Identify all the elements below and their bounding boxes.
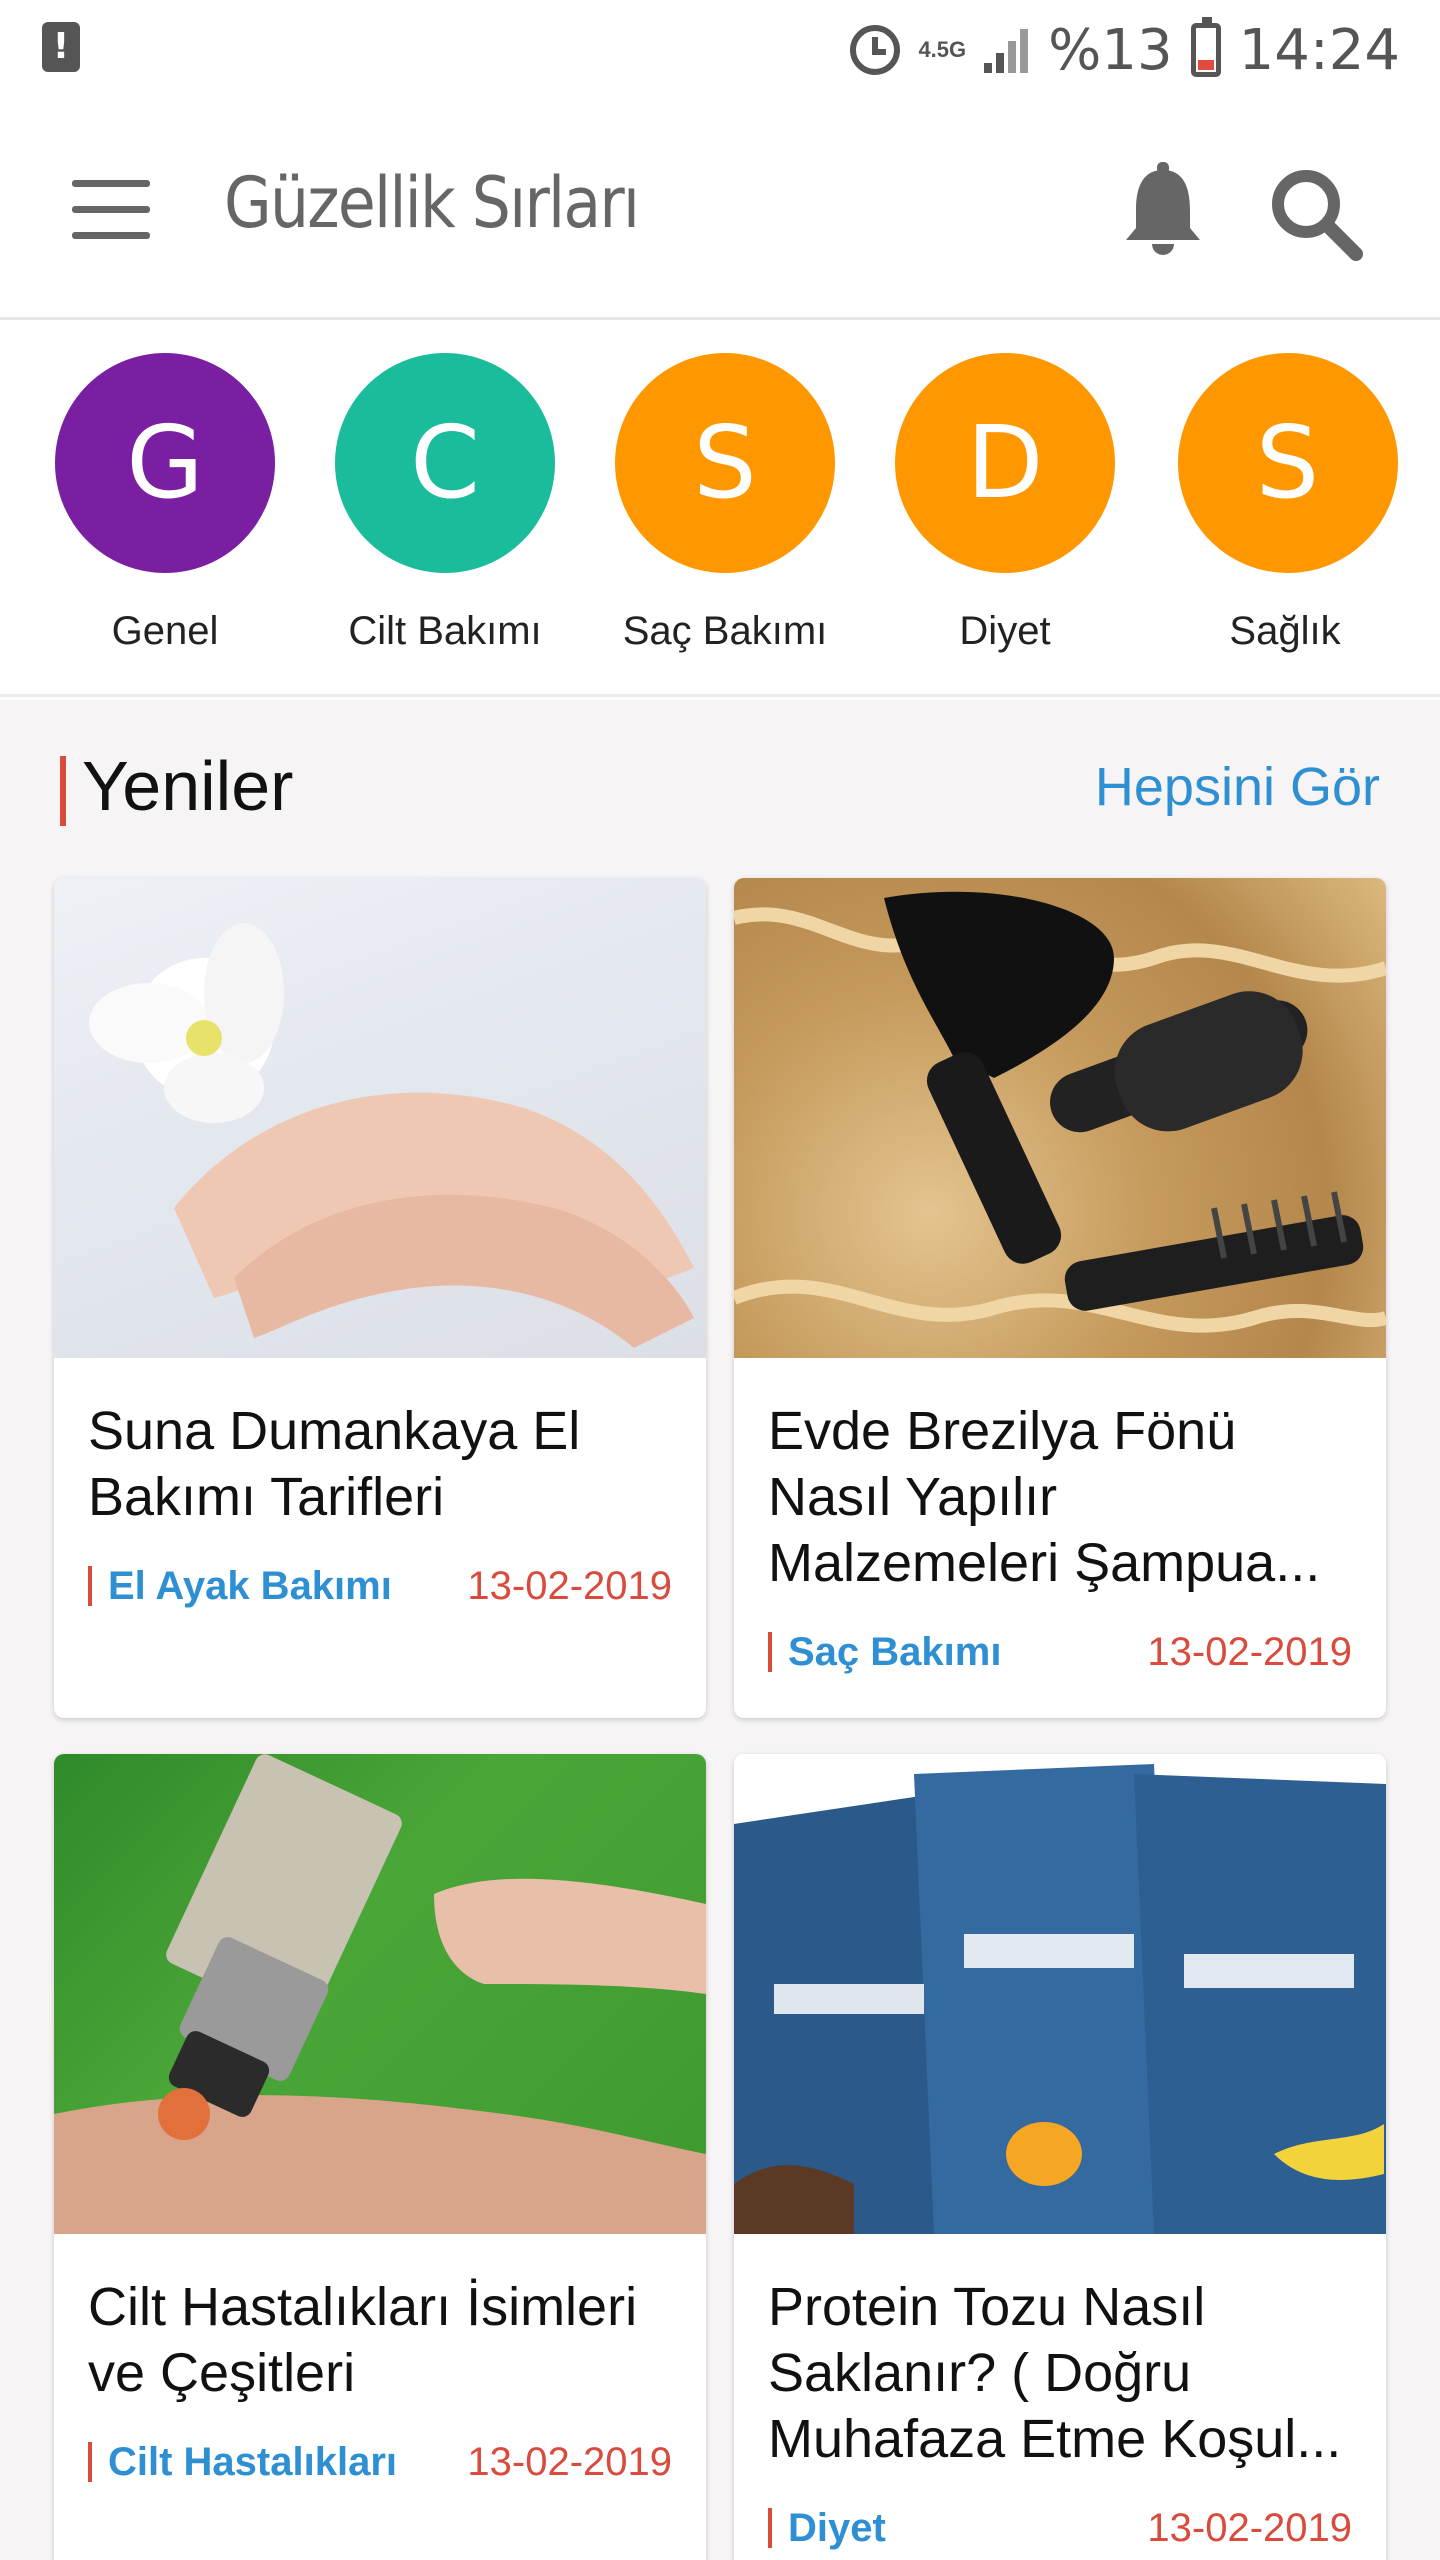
article-category[interactable]: El Ayak Bakımı <box>88 1566 392 1606</box>
category-avatar: D <box>895 353 1115 573</box>
category-label: Cilt Bakımı <box>348 609 542 653</box>
category-label: Sağlık <box>1229 609 1341 653</box>
battery-percent: %13 <box>1048 17 1173 83</box>
category-label: Saç Bakımı <box>622 609 828 653</box>
category-strip: G Genel C Cilt Bakımı S Saç Bakımı D Diy… <box>0 323 1440 697</box>
section-title: Yeniler <box>82 747 294 825</box>
article-title: Evde Brezilya Fönü Nasıl Yapılır Malzeme… <box>768 1401 1321 1593</box>
article-title: Cilt Hastalıkları İsimleri ve Çeşitleri <box>88 2277 638 2403</box>
clock: 14:24 <box>1238 17 1400 83</box>
category-diyet[interactable]: D Diyet <box>880 353 1130 654</box>
bell-icon[interactable] <box>1120 162 1206 258</box>
category-cilt-bakimi[interactable]: C Cilt Bakımı <box>320 353 570 654</box>
article-meta: El Ayak Bakımı 13-02-2019 <box>88 1560 672 1620</box>
category-label: Genel <box>111 609 219 653</box>
category-saglik[interactable]: S Sağlık <box>1160 353 1410 683</box>
status-icons: 4.5G %13 14:24 <box>850 16 1400 84</box>
feed: Yeniler Hepsini Gör Suna Dumankaya El Ba… <box>0 700 1440 2560</box>
skin-laser-treatment-image <box>54 1754 706 2234</box>
signal-icon <box>984 27 1030 73</box>
article-category[interactable]: Diyet <box>768 2508 886 2548</box>
hair-dryer-brushes-image <box>734 878 1386 1358</box>
article-category[interactable]: Cilt Hastalıkları <box>88 2442 397 2482</box>
alarm-icon <box>850 25 901 75</box>
category-avatar: S <box>615 353 835 573</box>
article-card[interactable]: Suna Dumankaya El Bakımı Tarifleri El Ay… <box>54 878 706 1718</box>
article-title: Suna Dumankaya El Bakımı Tarifleri <box>88 1401 581 1527</box>
menu-icon[interactable] <box>72 180 150 240</box>
hands-orchid-image <box>54 878 706 1358</box>
category-genel[interactable]: G Genel <box>40 353 290 654</box>
article-date: 13-02-2019 <box>467 2440 672 2484</box>
category-avatar: S <box>1177 353 1398 573</box>
see-all-link[interactable]: Hepsini Gör <box>1095 756 1380 818</box>
section-accent-bar <box>60 756 66 826</box>
article-date: 13-02-2019 <box>1147 1630 1352 1674</box>
alert-icon <box>42 22 80 72</box>
network-type: 4.5G <box>918 37 967 62</box>
article-meta: Cilt Hastalıkları 13-02-2019 <box>88 2436 672 2496</box>
app-bar: Güzellik Sırları <box>0 100 1440 320</box>
category-avatar: G <box>55 353 275 573</box>
article-date: 13-02-2019 <box>1147 2506 1352 2550</box>
protein-powder-packs-image <box>734 1754 1386 2234</box>
article-meta: Saç Bakımı 13-02-2019 <box>768 1626 1352 1686</box>
search-icon[interactable] <box>1268 166 1364 262</box>
article-meta: Diyet 13-02-2019 <box>768 2502 1352 2560</box>
category-label: Diyet <box>959 609 1051 653</box>
category-avatar: C <box>335 353 555 573</box>
article-title: Protein Tozu Nasıl Saklanır? ( Doğru Muh… <box>768 2277 1342 2469</box>
battery-icon <box>1190 17 1221 77</box>
article-card[interactable]: Cilt Hastalıkları İsimleri ve Çeşitleri … <box>54 1754 706 2560</box>
category-sac-bakimi[interactable]: S Saç Bakımı <box>600 353 850 654</box>
status-bar: 4.5G %13 14:24 <box>0 0 1440 100</box>
article-card[interactable]: Protein Tozu Nasıl Saklanır? ( Doğru Muh… <box>734 1754 1386 2560</box>
article-category[interactable]: Saç Bakımı <box>768 1632 1001 1672</box>
section-header: Yeniler Hepsini Gör <box>60 744 1380 834</box>
app-title: Güzellik Sırları <box>224 162 640 244</box>
article-card[interactable]: Evde Brezilya Fönü Nasıl Yapılır Malzeme… <box>734 878 1386 1718</box>
article-date: 13-02-2019 <box>467 1564 672 1608</box>
